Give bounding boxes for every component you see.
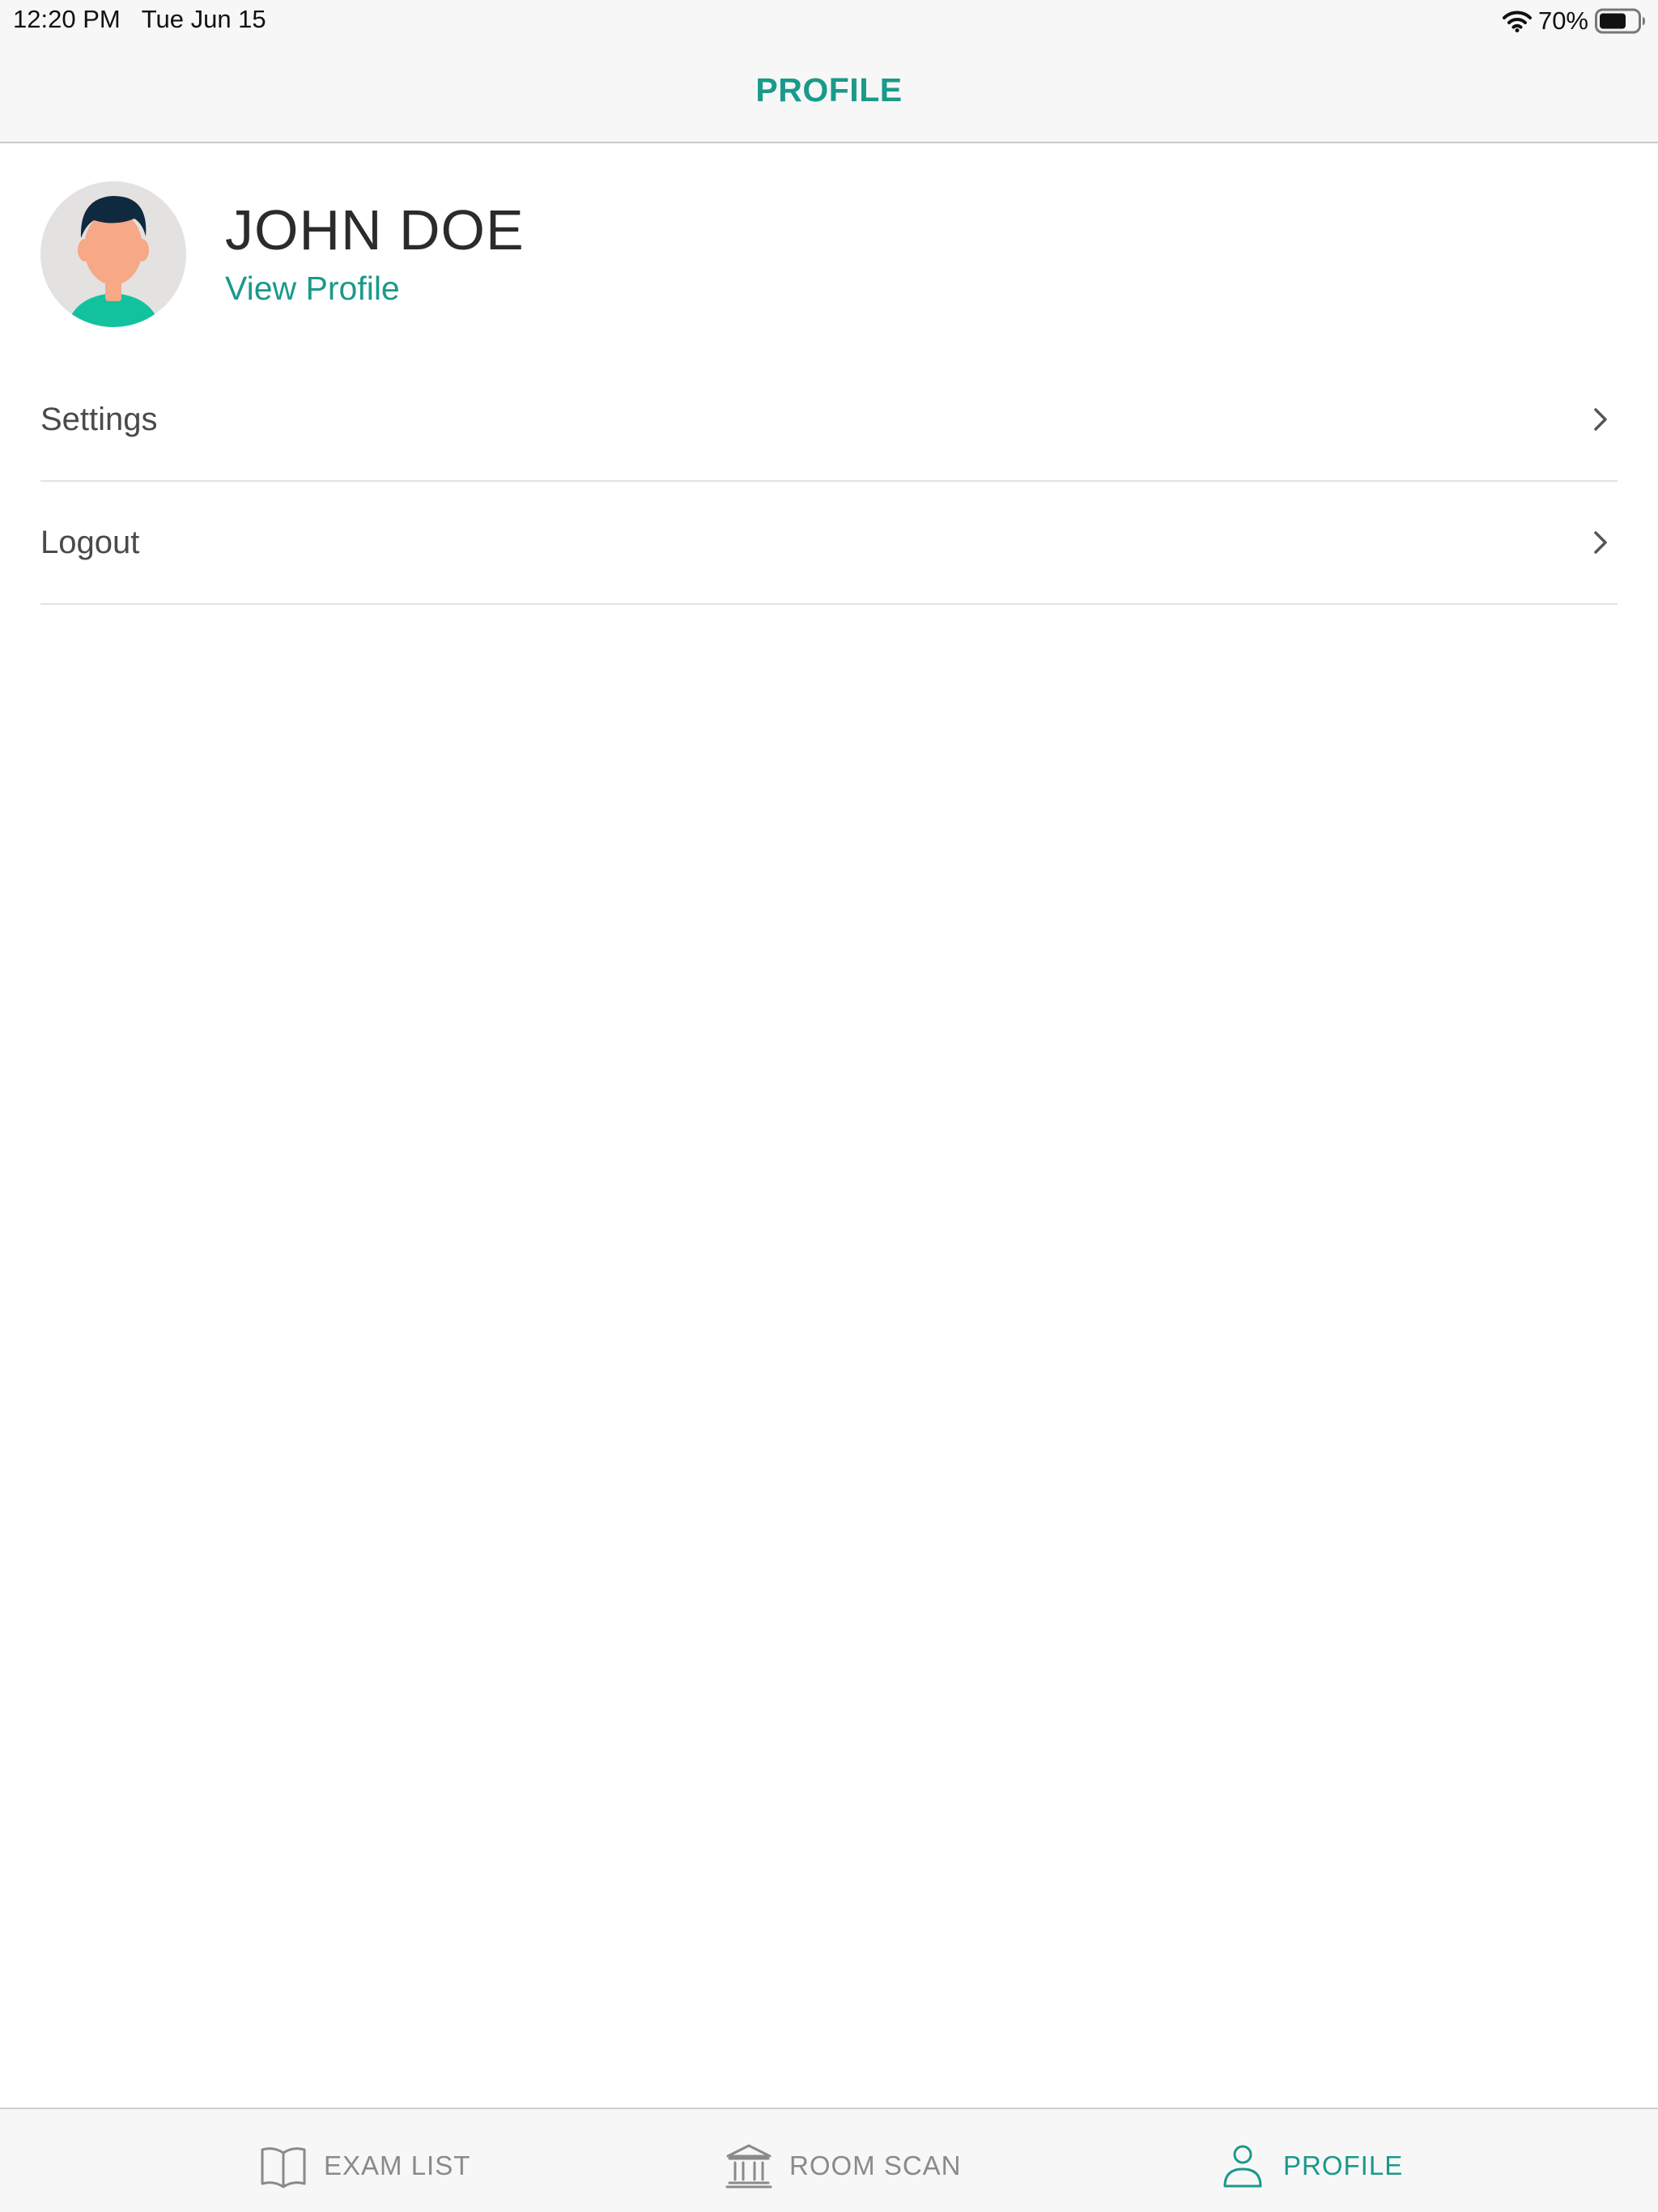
menu-item-label: Logout [40, 524, 140, 560]
battery-icon [1595, 8, 1645, 34]
view-profile-link[interactable]: View Profile [225, 270, 400, 308]
profile-text: JOHN DOE View Profile [225, 198, 525, 308]
top-bar: 12:20 PM Tue Jun 15 70% PROFILE [0, 0, 1658, 143]
avatar[interactable] [40, 181, 186, 327]
tab-label: PROFILE [1283, 2150, 1404, 2180]
institution-icon [725, 2144, 772, 2189]
status-bar-right: 70% [1502, 5, 1647, 37]
chevron-right-icon [1594, 408, 1607, 431]
avatar-illustration [40, 181, 186, 327]
profile-header: JOHN DOE View Profile [40, 181, 525, 327]
tab-bar: EXAM LIST ROOM SCAN PROFILE [0, 2108, 1658, 2212]
tab-profile[interactable]: PROFILE [1218, 2143, 1403, 2189]
tab-exam-list[interactable]: EXAM LIST [259, 2143, 470, 2189]
chevron-right-icon [1594, 531, 1607, 554]
profile-name: JOHN DOE [225, 198, 525, 262]
book-icon [261, 2147, 306, 2189]
tab-label: EXAM LIST [324, 2150, 471, 2180]
tab-room-scan[interactable]: ROOM SCAN [725, 2143, 962, 2189]
battery-percent: 70% [1537, 6, 1588, 35]
wifi-icon [1502, 11, 1532, 32]
person-icon [1223, 2145, 1262, 2188]
menu-item-logout[interactable]: Logout [40, 482, 1618, 605]
tab-label: ROOM SCAN [789, 2150, 962, 2180]
status-date: Tue Jun 15 [141, 5, 266, 33]
page-title: PROFILE [755, 71, 903, 108]
menu-item-settings[interactable]: Settings [40, 359, 1618, 482]
status-bar-left: 12:20 PM Tue Jun 15 [13, 5, 266, 34]
status-time: 12:20 PM [13, 5, 121, 33]
menu-item-label: Settings [40, 401, 158, 437]
menu-list: Settings Logout [40, 359, 1618, 605]
profile-screen: 12:20 PM Tue Jun 15 70% PROFILE JOHN DOE… [0, 0, 1658, 2212]
